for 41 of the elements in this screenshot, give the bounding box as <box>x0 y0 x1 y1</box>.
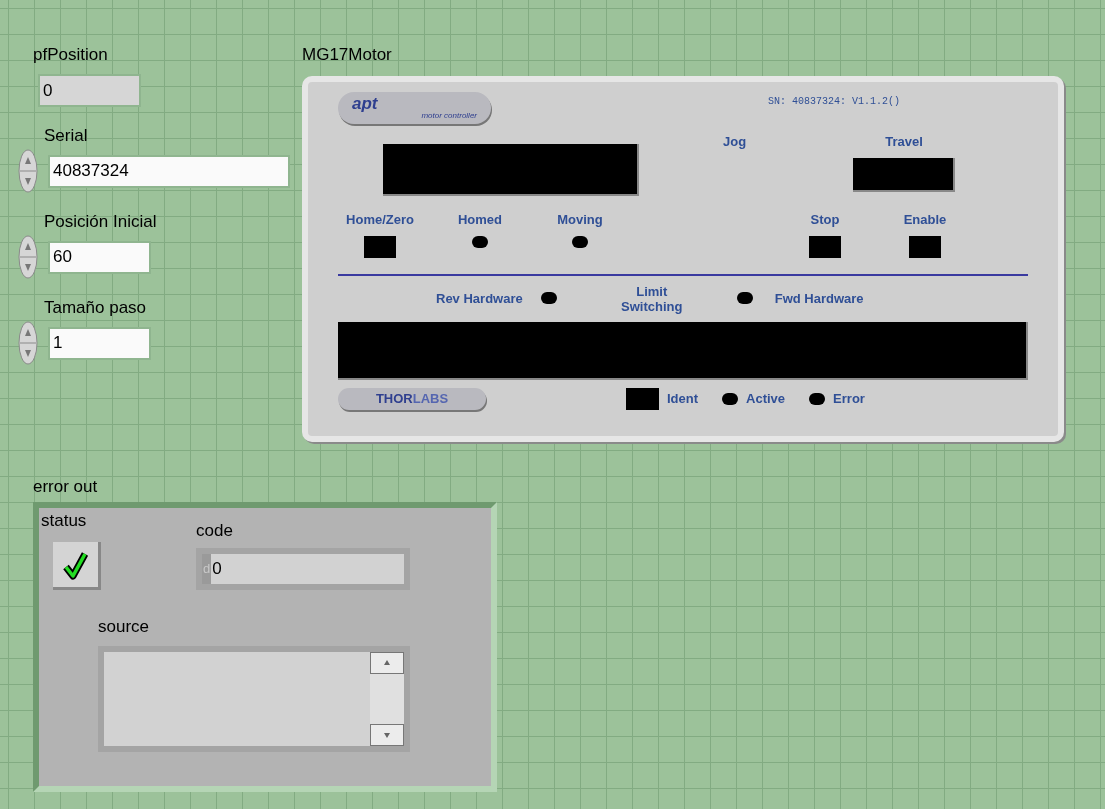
panel-title: MG17Motor <box>302 44 393 66</box>
square-button[interactable] <box>909 235 941 258</box>
indicator-label: Limit Switching <box>620 283 684 314</box>
code-label: code <box>196 520 234 542</box>
indicator-label: Active <box>746 389 786 408</box>
source-label: source <box>98 616 151 638</box>
numeric-field[interactable]: 60 <box>48 240 151 274</box>
scroll-up-icon[interactable] <box>370 652 404 674</box>
indicator-label: Moving <box>557 211 603 229</box>
numeric-field[interactable]: 1 <box>48 326 151 360</box>
numeric-indicator: 0 <box>38 74 141 107</box>
scroll-down-icon[interactable] <box>370 724 404 746</box>
square-button[interactable] <box>364 235 396 258</box>
field-label: Tamaño paso <box>44 297 148 319</box>
increment-decrement-control[interactable] <box>18 235 38 279</box>
indicator-label: Ident <box>667 389 699 408</box>
numeric-field[interactable]: 40837324 <box>48 154 290 188</box>
field-label: Posición Inicial <box>44 211 158 233</box>
status-label: status <box>41 510 88 532</box>
square-button[interactable] <box>626 387 659 410</box>
square-button[interactable] <box>809 235 841 258</box>
increment-decrement-control[interactable] <box>18 321 38 365</box>
travel-label: Travel <box>885 133 923 151</box>
indicator-label: Home/Zero <box>346 211 414 229</box>
field-label: Serial <box>44 125 89 147</box>
indicator-label: Error <box>833 389 865 408</box>
indicator-label: Homed <box>457 211 503 229</box>
indicator-label: Enable <box>903 211 947 229</box>
jog-label: Jog <box>723 133 747 151</box>
logo-text: apt <box>352 95 379 112</box>
cluster-title: error out <box>33 476 99 498</box>
vertical-scrollbar[interactable] <box>370 652 404 746</box>
indicator-label: Stop <box>810 211 840 229</box>
logo-caption: motor controller <box>421 112 477 120</box>
indicator-label: Fwd Hardware <box>774 289 864 308</box>
field-label: pfPosition <box>33 44 109 66</box>
serial-info: SN: 40837324: V1.1.2() <box>768 95 901 109</box>
increment-decrement-control[interactable] <box>18 149 38 193</box>
code-value: 0 <box>212 558 222 581</box>
indicator-label: Rev Hardware <box>436 289 523 308</box>
thorlabs-logo: THORLABS <box>338 387 486 410</box>
